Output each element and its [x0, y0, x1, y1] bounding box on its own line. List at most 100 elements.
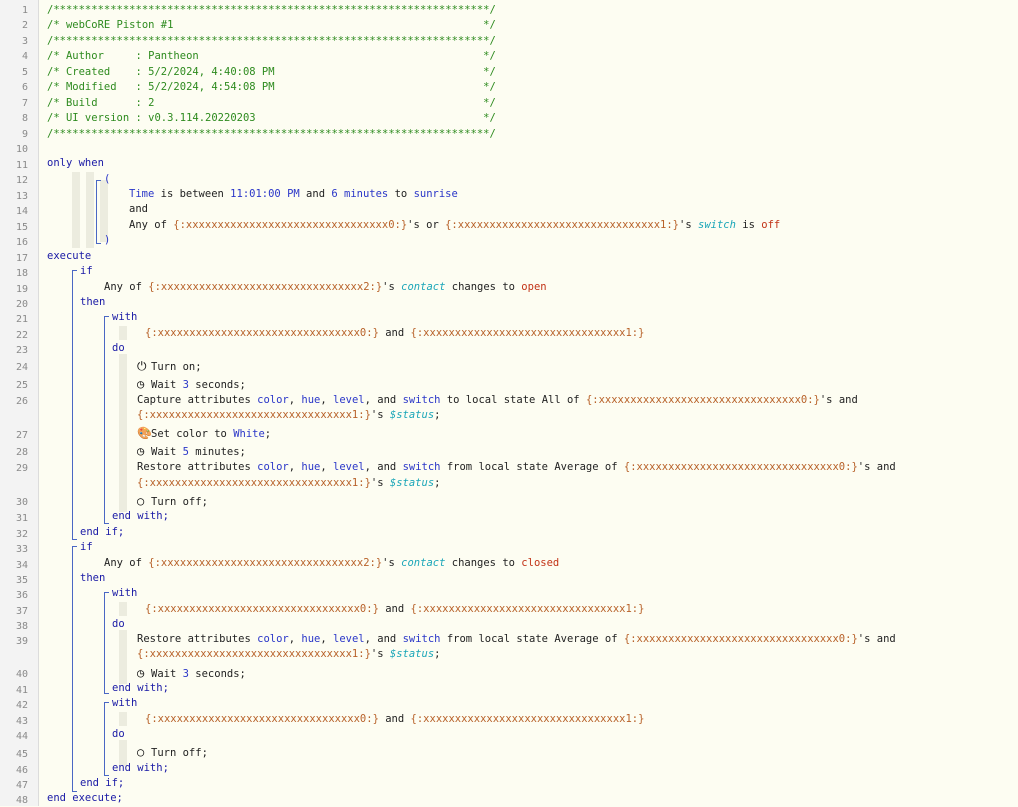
- do-keyword: do: [112, 728, 125, 740]
- do-keyword: do: [112, 618, 125, 630]
- execute-line: execute: [47, 250, 92, 262]
- indent-bar: [72, 172, 80, 248]
- clock-icon: ◷: [137, 377, 145, 391]
- line-number: 14: [15, 206, 28, 217]
- header-comment-line: /* Created : 5/2/2024, 4:40:08 PM */: [47, 66, 496, 78]
- if-bracket: [72, 546, 77, 792]
- line-number: 7: [21, 98, 28, 109]
- with-devices[interactable]: {:xxxxxxxxxxxxxxxxxxxxxxxxxxxxxxxx0:} an…: [145, 712, 644, 726]
- line-number: 37: [15, 606, 28, 617]
- with-keyword[interactable]: with: [112, 586, 137, 600]
- line-number: 39: [15, 636, 28, 647]
- line-number: 30: [15, 497, 28, 508]
- clock-icon: ◷: [137, 444, 145, 458]
- palette-icon: 🎨: [137, 426, 152, 440]
- end-execute: end execute;: [47, 792, 123, 804]
- with-bracket: [104, 316, 109, 524]
- line-number: 5: [21, 67, 28, 78]
- line-number: 6: [21, 82, 28, 93]
- line-number: 42: [15, 700, 28, 711]
- header-comment-line: /* Modified : 5/2/2024, 4:54:08 PM */: [47, 81, 496, 93]
- header-comment-line: /* Author : Pantheon */: [47, 50, 496, 62]
- line-number: 17: [15, 253, 28, 264]
- line-number: 8: [21, 113, 28, 124]
- line-number: 29: [15, 463, 28, 474]
- line-number: 45: [15, 749, 28, 760]
- restore-statement-cont[interactable]: {:xxxxxxxxxxxxxxxxxxxxxxxxxxxxxxxx1:}'s …: [137, 647, 440, 661]
- wait-statement[interactable]: ◷ Wait 3 seconds;: [137, 666, 246, 681]
- line-number: 28: [15, 447, 28, 458]
- line-number: 21: [15, 314, 28, 325]
- with-bracket: [104, 702, 109, 776]
- turn-on-statement[interactable]: ⏻ Turn on;: [137, 359, 202, 374]
- condition-time[interactable]: Time is between 11:01:00 PM and 6 minute…: [129, 187, 458, 201]
- set-color-statement[interactable]: 🎨Set color to White;: [137, 426, 271, 441]
- header-comment-line: /***************************************…: [47, 4, 496, 16]
- indent-bar: [119, 354, 127, 512]
- if-keyword[interactable]: if: [80, 264, 93, 278]
- line-number: 12: [15, 175, 28, 186]
- line-number: 46: [15, 765, 28, 776]
- power-off-icon: ○: [137, 745, 145, 759]
- condition-contact-open[interactable]: Any of {:xxxxxxxxxxxxxxxxxxxxxxxxxxxxxxx…: [104, 280, 547, 294]
- turn-off-statement[interactable]: ○ Turn off;: [137, 745, 208, 760]
- header-comment-line: /* UI version : v0.3.114.20220203 */: [47, 112, 496, 124]
- and-operator: and: [129, 203, 148, 215]
- with-bracket: [104, 592, 109, 694]
- if-keyword[interactable]: if: [80, 540, 93, 554]
- turn-off-statement[interactable]: ○ Turn off;: [137, 494, 208, 509]
- end-with: end with;: [112, 510, 169, 522]
- indent-bar: [86, 172, 94, 248]
- line-number: 2: [21, 20, 28, 31]
- line-number: 27: [15, 430, 28, 441]
- end-with: end with;: [112, 762, 169, 774]
- close-paren: ): [104, 234, 111, 246]
- only-when-line: only when: [47, 156, 104, 170]
- power-off-icon: ○: [137, 494, 145, 508]
- restore-statement[interactable]: Restore attributes color, hue, level, an…: [137, 632, 896, 646]
- line-number: 25: [15, 380, 28, 391]
- if-bracket: [72, 270, 77, 540]
- clock-icon: ◷: [137, 666, 145, 680]
- do-keyword: do: [112, 342, 125, 354]
- capture-statement[interactable]: Capture attributes color, hue, level, an…: [137, 393, 858, 407]
- header-comment-line: /***************************************…: [47, 35, 496, 47]
- end-with: end with;: [112, 682, 169, 694]
- line-number: 34: [15, 560, 28, 571]
- header-comment-line: /* webCoRE Piston #1 */: [47, 19, 496, 31]
- restore-statement[interactable]: Restore attributes color, hue, level, an…: [137, 460, 896, 474]
- with-devices[interactable]: {:xxxxxxxxxxxxxxxxxxxxxxxxxxxxxxxx0:} an…: [145, 326, 644, 340]
- line-number: 33: [15, 544, 28, 555]
- power-icon: ⏻: [137, 359, 147, 373]
- then-keyword: then: [80, 572, 106, 584]
- line-number: 26: [15, 396, 28, 407]
- indent-bar: [119, 712, 127, 726]
- restore-statement-cont[interactable]: {:xxxxxxxxxxxxxxxxxxxxxxxxxxxxxxxx1:}'s …: [137, 476, 440, 490]
- only-when-keyword: only when: [47, 157, 104, 169]
- line-number: 23: [15, 345, 28, 356]
- wait-statement[interactable]: ◷ Wait 3 seconds;: [137, 377, 246, 392]
- end-if: end if;: [80, 777, 125, 789]
- line-number: 22: [15, 330, 28, 341]
- line-number: 31: [15, 513, 28, 524]
- line-number: 44: [15, 731, 28, 742]
- with-devices[interactable]: {:xxxxxxxxxxxxxxxxxxxxxxxxxxxxxxxx0:} an…: [145, 602, 644, 616]
- indent-bar: [119, 602, 127, 616]
- condition-switch[interactable]: Any of {:xxxxxxxxxxxxxxxxxxxxxxxxxxxxxxx…: [129, 218, 780, 232]
- header-comment-line: /***************************************…: [47, 128, 496, 140]
- indent-bar: [119, 630, 127, 684]
- capture-statement-cont[interactable]: {:xxxxxxxxxxxxxxxxxxxxxxxxxxxxxxxx1:}'s …: [137, 408, 440, 422]
- line-number: 20: [15, 299, 28, 310]
- open-paren: (: [104, 173, 111, 185]
- line-number: 36: [15, 590, 28, 601]
- line-number: 38: [15, 621, 28, 632]
- with-keyword[interactable]: with: [112, 310, 137, 324]
- wait-statement[interactable]: ◷ Wait 5 minutes;: [137, 444, 246, 459]
- line-number: 13: [15, 191, 28, 202]
- with-keyword[interactable]: with: [112, 696, 137, 710]
- line-number: 18: [15, 268, 28, 279]
- line-number: 19: [15, 284, 28, 295]
- condition-contact-closed[interactable]: Any of {:xxxxxxxxxxxxxxxxxxxxxxxxxxxxxxx…: [104, 556, 559, 570]
- line-number: 10: [15, 144, 28, 155]
- line-number: 15: [15, 222, 28, 233]
